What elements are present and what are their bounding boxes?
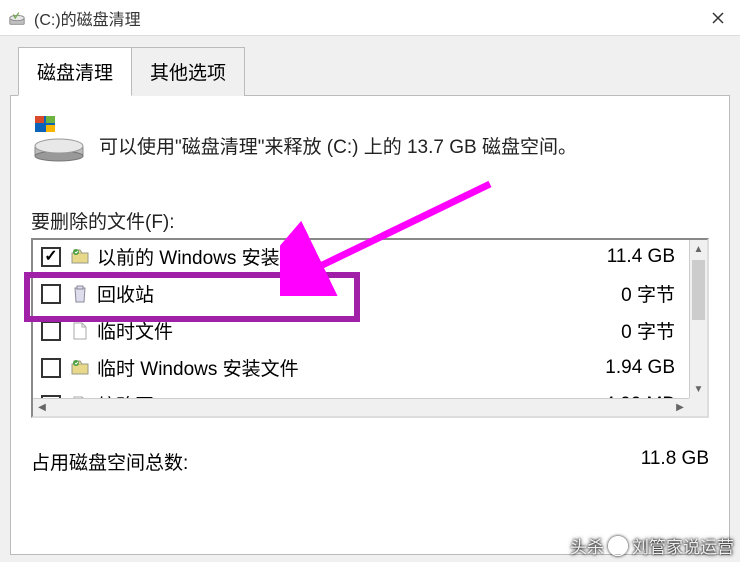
tab-disk-cleanup[interactable]: 磁盘清理	[18, 47, 132, 96]
checkbox[interactable]	[41, 358, 61, 378]
tab-panel: 可以使用"磁盘清理"来释放 (C:) 上的 13.7 GB 磁盘空间。 要删除的…	[10, 95, 730, 555]
horizontal-scrollbar[interactable]: ◀ ▶	[33, 398, 689, 416]
file-icon	[69, 321, 91, 341]
list-item[interactable]: 临时文件 0 字节	[33, 312, 689, 349]
list-item[interactable]: 以前的 Windows 安装 11.4 GB	[33, 238, 689, 275]
file-list[interactable]: 以前的 Windows 安装 11.4 GB 回收站 0 字节 临时文件 0 字…	[31, 238, 709, 418]
scroll-corner	[689, 398, 707, 416]
file-name: 临时 Windows 安装文件	[97, 354, 605, 381]
file-name: 以前的 Windows 安装	[97, 243, 607, 270]
close-button[interactable]	[695, 0, 740, 36]
watermark-prefix: 头杀	[570, 533, 604, 558]
tab-other-options[interactable]: 其他选项	[131, 47, 245, 96]
scroll-up-arrow[interactable]: ▲	[690, 240, 707, 258]
watermark-author: 刘管家说运营	[632, 533, 734, 558]
file-name: 回收站	[97, 280, 621, 307]
list-item[interactable]: 临时 Windows 安装文件 1.94 GB	[33, 349, 689, 386]
windows-old-icon	[69, 247, 91, 267]
file-size: 11.4 GB	[607, 246, 681, 268]
file-list-container: 以前的 Windows 安装 11.4 GB 回收站 0 字节 临时文件 0 字…	[31, 238, 709, 418]
drive-icon	[31, 114, 87, 167]
list-item[interactable]: 回收站 0 字节	[33, 275, 689, 312]
file-name: 临时文件	[97, 317, 621, 344]
total-value: 11.8 GB	[641, 448, 709, 475]
total-label: 占用磁盘空间总数:	[31, 448, 188, 475]
header-row: 可以使用"磁盘清理"来释放 (C:) 上的 13.7 GB 磁盘空间。	[31, 114, 709, 167]
files-to-delete-label: 要删除的文件(F):	[31, 207, 709, 234]
disk-cleanup-icon	[8, 9, 26, 27]
checkbox[interactable]	[41, 284, 61, 304]
window-title: (C:)的磁盘清理	[34, 6, 141, 30]
dialog-content: 磁盘清理 其他选项 可以使用"磁盘清理"来释放 (C:) 上的 13.7 GB …	[0, 36, 740, 562]
scroll-thumb[interactable]	[692, 260, 705, 320]
scroll-right-arrow[interactable]: ▶	[671, 399, 689, 416]
file-size: 1.94 GB	[605, 357, 681, 379]
scroll-down-arrow[interactable]: ▼	[690, 380, 707, 398]
checkbox[interactable]	[41, 247, 61, 267]
header-description: 可以使用"磁盘清理"来释放 (C:) 上的 13.7 GB 磁盘空间。	[99, 114, 577, 159]
tab-strip: 磁盘清理 其他选项	[18, 46, 730, 95]
close-icon	[712, 12, 724, 24]
titlebar: (C:)的磁盘清理	[0, 0, 740, 36]
file-size: 0 字节	[621, 317, 681, 344]
recycle-bin-icon	[69, 284, 91, 304]
scroll-left-arrow[interactable]: ◀	[33, 399, 51, 416]
total-row: 占用磁盘空间总数: 11.8 GB	[31, 448, 709, 475]
windows-old-icon	[69, 358, 91, 378]
checkbox[interactable]	[41, 321, 61, 341]
vertical-scrollbar[interactable]: ▲ ▼	[689, 240, 707, 398]
file-size: 0 字节	[621, 280, 681, 307]
watermark: 头杀 @ 刘管家说运营	[570, 533, 734, 558]
watermark-at-icon: @	[608, 536, 628, 556]
